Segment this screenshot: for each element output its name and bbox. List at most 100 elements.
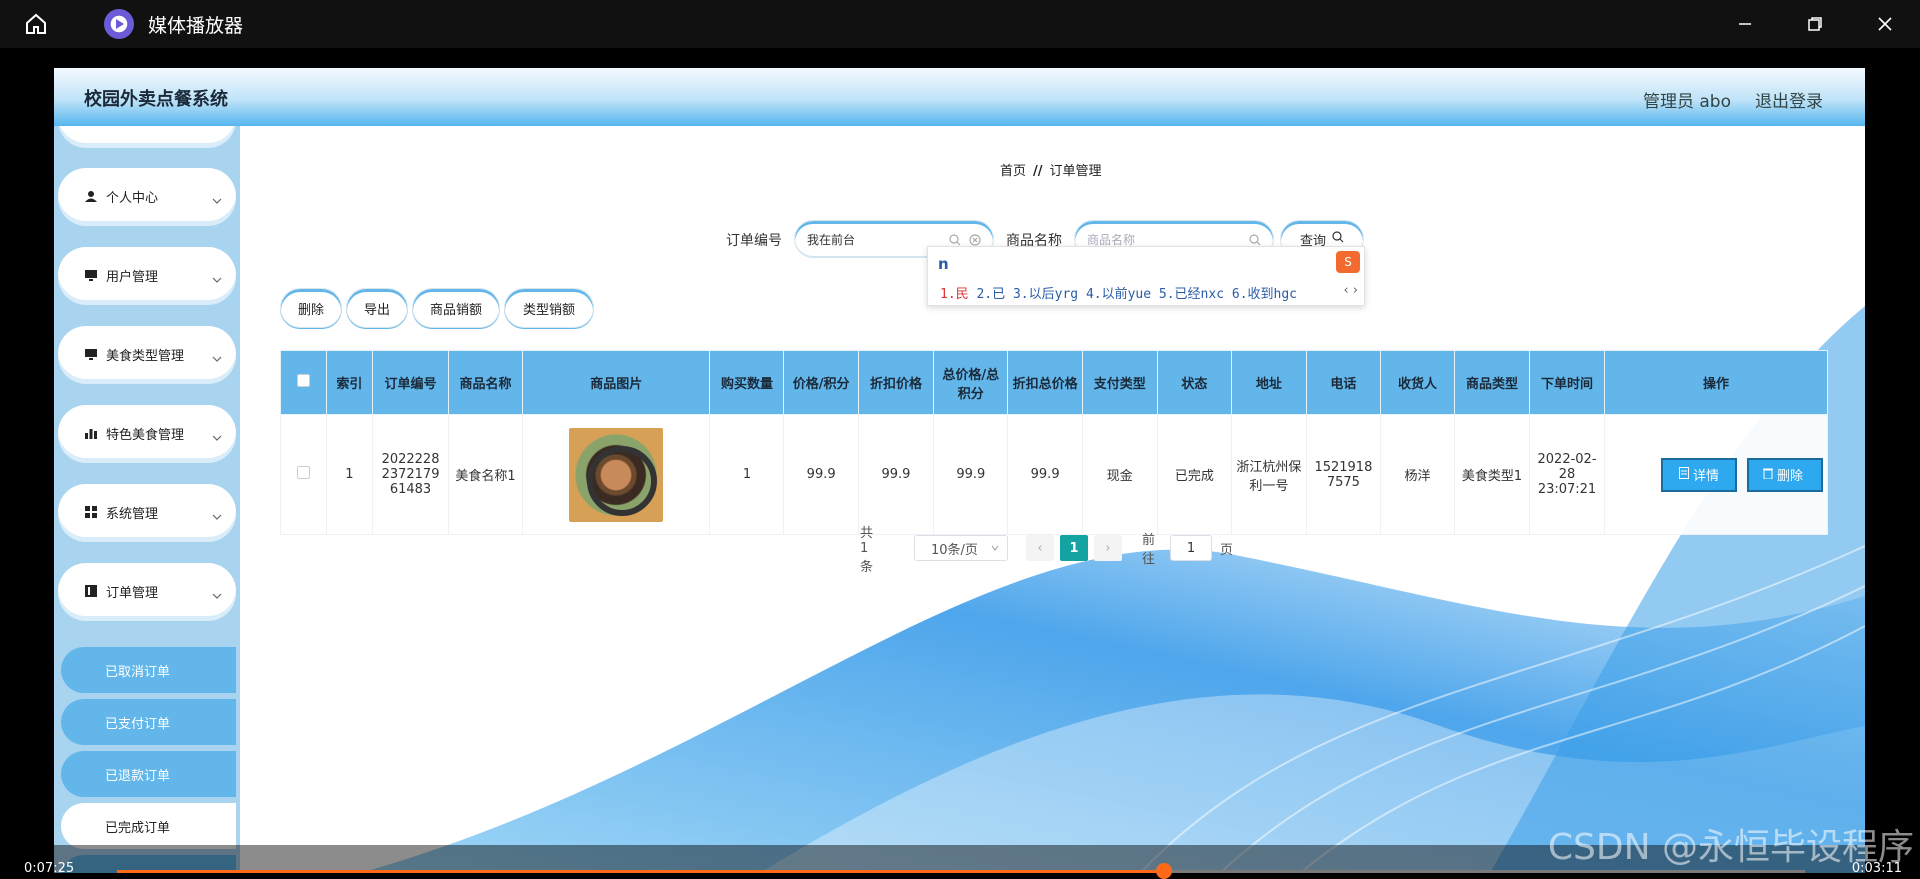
sidebar-item-partial[interactable] [58, 126, 236, 146]
logout-link[interactable]: 退出登录 [1755, 87, 1823, 112]
order-no-value: 我在前台 [807, 232, 856, 247]
cell-receiver: 杨洋 [1379, 414, 1455, 535]
minimize-button[interactable] [1710, 0, 1780, 48]
ime-candidate[interactable]: 1.民 [940, 287, 969, 302]
search-icon [1332, 231, 1344, 247]
page-size-select[interactable]: 10条/页 [914, 535, 1008, 561]
ime-logo-icon: S [1336, 251, 1360, 273]
sidebar-subitem-cancelled-orders[interactable]: 已取消订单 [61, 647, 236, 693]
row-delete-label: 删除 [1777, 469, 1804, 484]
column-header: 折扣价格 [857, 350, 935, 415]
pagination-total: 共 1 条 [860, 526, 874, 575]
cell-address: 浙江杭州保利一号 [1230, 414, 1307, 535]
ime-candidates: 1.民 2.已 3.以后yrg 4.以前yue 5.已经nxc 6.收到hgc [940, 283, 1297, 302]
detail-button[interactable]: 详情 [1661, 457, 1737, 492]
breadcrumb-separator: // [1033, 164, 1043, 179]
sidebar-item-label: 个人中心 [106, 190, 159, 206]
next-page-button[interactable]: › [1094, 535, 1122, 561]
export-button[interactable]: 导出 [346, 288, 408, 328]
sidebar-item-special-food-management[interactable]: 特色美食管理 [58, 405, 236, 461]
column-header: 购买数量 [709, 350, 785, 415]
column-header: 商品名称 [447, 350, 523, 415]
select-all-cell [280, 350, 327, 415]
breadcrumb-current: 订单管理 [1049, 164, 1102, 179]
admin-label: 管理员 abo [1642, 92, 1731, 112]
ime-candidate[interactable]: 2.已 [976, 287, 1005, 302]
home-icon[interactable] [18, 6, 54, 42]
sidebar-item-personal-center[interactable]: 个人中心 [58, 168, 236, 224]
column-header: 电话 [1305, 350, 1381, 415]
cell-product-type: 美食类型1 [1453, 414, 1531, 535]
ime-candidate[interactable]: 6.收到hgc [1232, 287, 1297, 302]
goto-page-input[interactable]: 1 [1170, 535, 1212, 561]
chevron-down-icon [212, 586, 222, 599]
progress-knob[interactable] [1156, 863, 1172, 879]
ime-candidate[interactable]: 4.以前yue [1086, 287, 1151, 302]
sidebar-item-food-type-management[interactable]: 美食类型管理 [58, 326, 236, 382]
goto-prefix: 前往 [1142, 533, 1156, 567]
goto-suffix: 页 [1220, 542, 1234, 558]
sidebar-item-system-management[interactable]: 系统管理 [58, 484, 236, 540]
ime-candidate[interactable]: 5.已经nxc [1159, 287, 1224, 302]
sidebar-item-order-management[interactable]: 订单管理 [58, 563, 236, 619]
column-header: 商品图片 [521, 350, 711, 415]
action-buttons: 删除 导出 商品销额 类型销额 [240, 286, 640, 330]
table-row: 1 2022228 2372179 61483 美食名称1 1 99.9 99.… [280, 414, 1828, 535]
cell-product-name: 美食名称1 [447, 414, 523, 535]
breadcrumb-home[interactable]: 首页 [1000, 164, 1026, 179]
cell-product-image [521, 414, 711, 535]
chevron-down-icon [212, 349, 222, 362]
row-select-cell [280, 414, 327, 535]
app-header: 校园外卖点餐系统 管理员 abo 退出登录 [54, 68, 1865, 126]
sidebar-subitem-completed-orders[interactable]: 已完成订单 [61, 803, 236, 849]
column-header: 状态 [1156, 350, 1232, 415]
prev-page-button[interactable]: ‹ [1026, 535, 1054, 561]
current-page[interactable]: 1 [1060, 535, 1088, 561]
cell-total: 99.9 [933, 414, 1009, 535]
column-header: 地址 [1230, 350, 1307, 415]
cell-order-no: 2022228 2372179 61483 [372, 414, 449, 535]
video-frame: 校园外卖点餐系统 管理员 abo 退出登录 个人中心 用户管理 美食类型管理 特… [54, 68, 1865, 873]
document-icon [1678, 466, 1689, 483]
column-header: 收货人 [1379, 350, 1455, 415]
type-sales-button[interactable]: 类型销额 [504, 288, 594, 328]
cell-status: 已完成 [1156, 414, 1232, 535]
cell-actions: 详情 删除 [1604, 414, 1828, 535]
cell-qty: 1 [709, 414, 785, 535]
sidebar-subitem-paid-orders[interactable]: 已支付订单 [61, 699, 236, 745]
search-icon [949, 234, 961, 246]
ime-page-arrows[interactable]: ‹ › [1343, 283, 1358, 298]
cell-index: 1 [325, 414, 374, 535]
select-all-checkbox[interactable] [296, 374, 310, 387]
order-no-label: 订单编号 [726, 233, 782, 249]
monitor-icon [84, 347, 98, 361]
close-button[interactable] [1850, 0, 1920, 48]
column-header: 下单时间 [1529, 350, 1605, 415]
cell-price: 99.9 [783, 414, 859, 535]
sidebar-item-label: 用户管理 [106, 269, 159, 285]
column-header: 支付类型 [1081, 350, 1158, 415]
orders-table: 索引 订单编号 商品名称 商品图片 购买数量 价格/积分 折扣价格 总价格/总积… [280, 350, 1828, 535]
row-delete-button[interactable]: 删除 [1747, 457, 1823, 492]
csdn-watermark: CSDN @永恒毕设程序 [1547, 827, 1914, 868]
chevron-down-icon [212, 270, 222, 283]
delete-button[interactable]: 删除 [280, 288, 342, 328]
monitor-icon [84, 268, 98, 282]
sidebar-subitem-refunded-orders[interactable]: 已退款订单 [61, 751, 236, 797]
column-header: 总价格/总积分 [933, 350, 1009, 415]
sidebar-item-label: 订单管理 [106, 585, 159, 601]
sidebar-item-label: 系统管理 [106, 506, 159, 522]
clear-icon[interactable] [969, 234, 981, 246]
restore-button[interactable] [1780, 0, 1850, 48]
product-name-placeholder: 商品名称 [1087, 232, 1136, 247]
sidebar-item-user-management[interactable]: 用户管理 [58, 247, 236, 303]
search-icon [1249, 234, 1261, 246]
page-size-value: 10条/页 [931, 542, 978, 558]
row-checkbox[interactable] [296, 466, 310, 479]
sidebar-item-label: 特色美食管理 [106, 427, 185, 443]
bar-chart-icon [84, 426, 98, 440]
ime-candidate[interactable]: 3.以后yrg [1013, 287, 1078, 302]
book-icon [84, 584, 98, 598]
sales-amount-button[interactable]: 商品销额 [412, 288, 500, 328]
chevron-down-icon [991, 541, 999, 556]
